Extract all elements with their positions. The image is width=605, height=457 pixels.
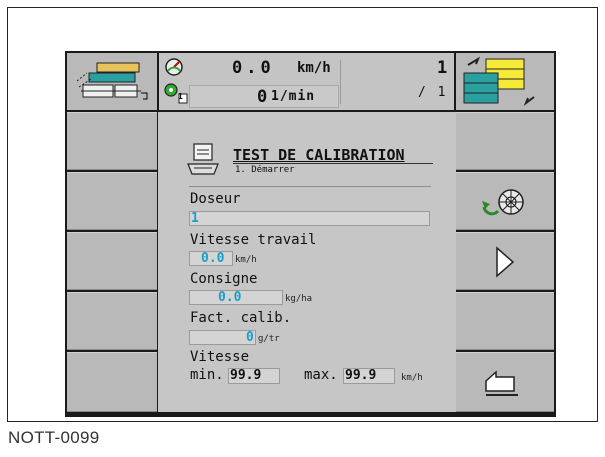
- right-softkey-1[interactable]: [456, 112, 554, 170]
- fact-calib-value: 0: [246, 330, 254, 345]
- rpm-value: 0: [257, 87, 268, 107]
- arrow-right-icon: [496, 246, 515, 278]
- vitesse-travail-label: Vitesse travail: [190, 232, 317, 248]
- title-underline: [233, 163, 433, 164]
- fact-calib-unit: g/tr: [258, 334, 280, 344]
- left-softkey-1[interactable]: [67, 112, 157, 170]
- dialog-subtitle: 1. Démarrer: [235, 165, 295, 175]
- vitesse-travail-value: 0.0: [201, 251, 225, 266]
- speed-unit: km/h: [297, 60, 331, 76]
- speed-value: 0.0: [232, 58, 275, 78]
- counter-bottom: / 1: [418, 85, 448, 100]
- calibration-bag-icon: [184, 142, 224, 178]
- vitesse-max-value: 99.9: [345, 368, 377, 383]
- consigne-value: 0.0: [218, 290, 242, 305]
- counter-top: 1: [437, 58, 448, 78]
- left-softkey-2[interactable]: [67, 172, 157, 230]
- consigne-unit: kg/ha: [285, 294, 313, 304]
- next-button[interactable]: [456, 232, 554, 290]
- pto-badge: 1: [178, 92, 183, 101]
- left-softkey-5[interactable]: [67, 352, 157, 412]
- dialog-separator: [189, 186, 431, 187]
- return-arrow-icon: [485, 370, 518, 396]
- vitesse-max-label: max.: [304, 367, 338, 383]
- vitesse-travail-unit: km/h: [235, 255, 257, 265]
- section-switch-icon: [463, 56, 535, 106]
- speedometer-icon: [163, 56, 185, 76]
- rpm-unit: 1/min: [271, 89, 316, 104]
- section-switch-button[interactable]: [456, 53, 554, 110]
- vitesse-minmax-unit: km/h: [401, 373, 423, 383]
- pto-icon: [163, 82, 189, 104]
- fact-calib-label: Fact. calib.: [190, 310, 292, 326]
- figure-caption: NOTT-0099: [8, 428, 100, 447]
- back-button[interactable]: [456, 352, 554, 412]
- left-softkey-4[interactable]: [67, 292, 157, 350]
- consigne-label: Consigne: [190, 271, 258, 287]
- vitesse-minmax-label: Vitesse: [190, 349, 250, 365]
- calibration-wheel-icon: [482, 189, 524, 216]
- dialog-title: TEST DE CALIBRATION: [233, 146, 405, 164]
- left-softkey-3[interactable]: [67, 232, 157, 290]
- doseur-value: 1: [191, 211, 199, 226]
- vitesse-min-label: min.: [190, 367, 224, 383]
- machine-layout-icon: [76, 62, 148, 100]
- machine-layout-button[interactable]: [67, 53, 157, 110]
- doseur-label: Doseur: [190, 191, 241, 207]
- calibration-start-button[interactable]: [456, 172, 554, 230]
- vitesse-min-value: 99.9: [230, 368, 262, 383]
- doseur-field[interactable]: [189, 211, 430, 226]
- right-softkey-4[interactable]: [456, 292, 554, 350]
- header-divider: [340, 60, 341, 104]
